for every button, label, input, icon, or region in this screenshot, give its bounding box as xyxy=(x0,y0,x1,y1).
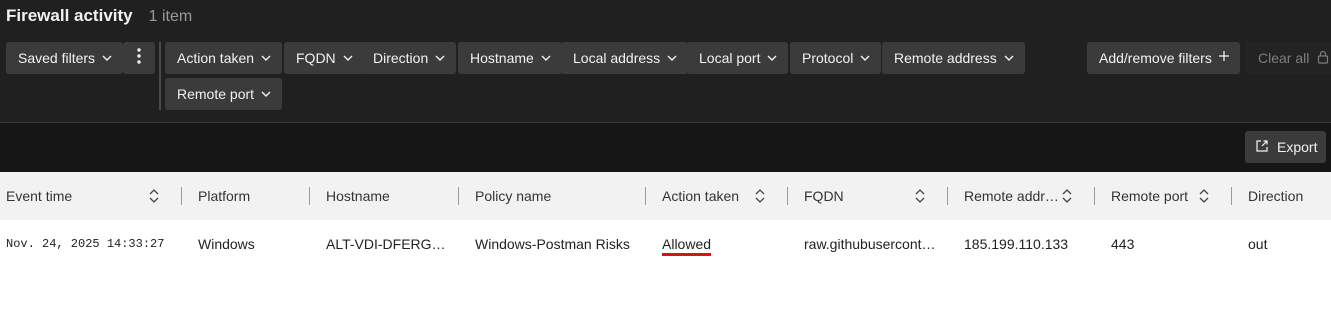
sort-icon[interactable] xyxy=(755,188,765,209)
add-remove-filters-label: Add/remove filters xyxy=(1099,50,1212,66)
kebab-menu-icon xyxy=(137,47,141,69)
column-divider xyxy=(1094,187,1095,205)
cell-hostname[interactable]: ALT-VDI-DFERG… xyxy=(326,220,446,268)
column-divider xyxy=(458,187,459,205)
column-label: Hostname xyxy=(326,188,390,204)
table-header: Event time Platform Hostname Policy name… xyxy=(0,172,1331,220)
column-label: Direction xyxy=(1248,188,1304,204)
more-options-button[interactable] xyxy=(123,42,155,74)
column-header-action-taken[interactable]: Action taken xyxy=(662,172,739,220)
column-divider xyxy=(645,187,646,205)
sort-icon[interactable] xyxy=(1062,188,1072,209)
column-header-policy-name[interactable]: Policy name xyxy=(475,172,551,220)
saved-filters-label: Saved filters xyxy=(18,50,96,66)
cell-action-taken: Allowed xyxy=(662,220,712,268)
clear-all-button[interactable]: Clear all xyxy=(1246,42,1331,74)
column-divider xyxy=(1231,187,1232,205)
filter-local-port[interactable]: Local port xyxy=(687,42,789,74)
cell-direction: out xyxy=(1248,236,1268,252)
export-button[interactable]: Export xyxy=(1245,131,1326,163)
cell-platform: Windows xyxy=(198,236,255,252)
export-icon xyxy=(1255,139,1269,156)
sort-icon[interactable] xyxy=(915,188,925,209)
column-label: Policy name xyxy=(475,188,552,204)
chevron-down-icon xyxy=(540,52,552,64)
page-title: Firewall activity xyxy=(6,6,133,25)
cell-remote-port: 443 xyxy=(1111,236,1135,252)
filter-label: Local address xyxy=(573,50,661,66)
column-divider xyxy=(787,187,788,205)
column-label: Event time xyxy=(6,188,73,204)
export-label: Export xyxy=(1277,139,1318,155)
clear-all-label: Clear all xyxy=(1258,50,1310,66)
column-header-fqdn[interactable]: FQDN xyxy=(804,172,844,220)
sort-icon[interactable] xyxy=(1199,188,1209,209)
filter-action-taken[interactable]: Action taken xyxy=(165,42,283,74)
add-remove-filters-button[interactable]: Add/remove filters xyxy=(1087,42,1240,74)
chevron-down-icon xyxy=(766,52,778,64)
column-label: Remote port xyxy=(1111,188,1189,204)
lock-icon xyxy=(1317,50,1329,67)
table-toolbar xyxy=(0,123,1331,172)
chevron-down-icon xyxy=(1003,52,1015,64)
page-header: Firewall activity 1 item xyxy=(6,6,192,26)
filter-divider xyxy=(159,42,161,110)
cell-remote-address: 185.199.110.133 xyxy=(964,236,1069,252)
filter-label: Protocol xyxy=(802,50,854,66)
filter-protocol[interactable]: Protocol xyxy=(790,42,882,74)
filter-local-address[interactable]: Local address xyxy=(561,42,689,74)
column-header-remote-port[interactable]: Remote port xyxy=(1111,172,1188,220)
filter-fqdn[interactable]: FQDN xyxy=(284,42,364,74)
column-header-hostname[interactable]: Hostname xyxy=(326,172,390,220)
cell-policy-name[interactable]: Windows-Postman Risks xyxy=(475,220,630,268)
chevron-down-icon xyxy=(260,52,272,64)
filter-label: Hostname xyxy=(470,50,534,66)
column-divider xyxy=(309,187,310,205)
sort-icon[interactable] xyxy=(149,188,159,209)
cell-fqdn: raw.githubusercont… xyxy=(804,236,936,252)
chevron-down-icon xyxy=(666,52,678,64)
saved-filters-button[interactable]: Saved filters xyxy=(6,42,124,74)
filter-remote-address[interactable]: Remote address xyxy=(882,42,1025,74)
table-row[interactable]: Nov. 24, 2025 14:33:27 Windows ALT-VDI-D… xyxy=(0,220,1331,268)
column-header-direction[interactable]: Direction xyxy=(1248,172,1303,220)
filter-label: Action taken xyxy=(177,50,255,66)
column-label: Platform xyxy=(198,188,251,204)
chevron-down-icon xyxy=(859,52,871,64)
action-allowed-highlight: Allowed xyxy=(662,236,712,256)
chevron-down-icon xyxy=(260,88,272,100)
cell-event-time: Nov. 24, 2025 14:33:27 xyxy=(6,237,165,251)
chevron-down-icon xyxy=(434,52,446,64)
column-header-remote-address[interactable]: Remote addr… xyxy=(964,172,1059,220)
filter-label: Remote address xyxy=(894,50,997,66)
column-header-platform[interactable]: Platform xyxy=(198,172,250,220)
filter-direction[interactable]: Direction xyxy=(361,42,457,74)
column-label: FQDN xyxy=(804,188,844,204)
filter-remote-port[interactable]: Remote port xyxy=(165,78,283,110)
chevron-down-icon xyxy=(342,52,354,64)
column-divider xyxy=(181,187,182,205)
column-header-event-time[interactable]: Event time xyxy=(6,172,72,220)
item-count: 1 item xyxy=(148,8,193,25)
filter-label: Remote port xyxy=(177,86,255,102)
filter-label: Direction xyxy=(373,50,429,66)
plus-icon xyxy=(1218,49,1230,67)
filter-label: FQDN xyxy=(296,50,336,66)
filter-label: Local port xyxy=(699,50,761,66)
filter-hostname[interactable]: Hostname xyxy=(458,42,562,74)
column-label: Action taken xyxy=(662,188,740,204)
column-divider xyxy=(947,187,948,205)
chevron-down-icon xyxy=(101,52,113,64)
column-label: Remote addr… xyxy=(964,188,1059,204)
